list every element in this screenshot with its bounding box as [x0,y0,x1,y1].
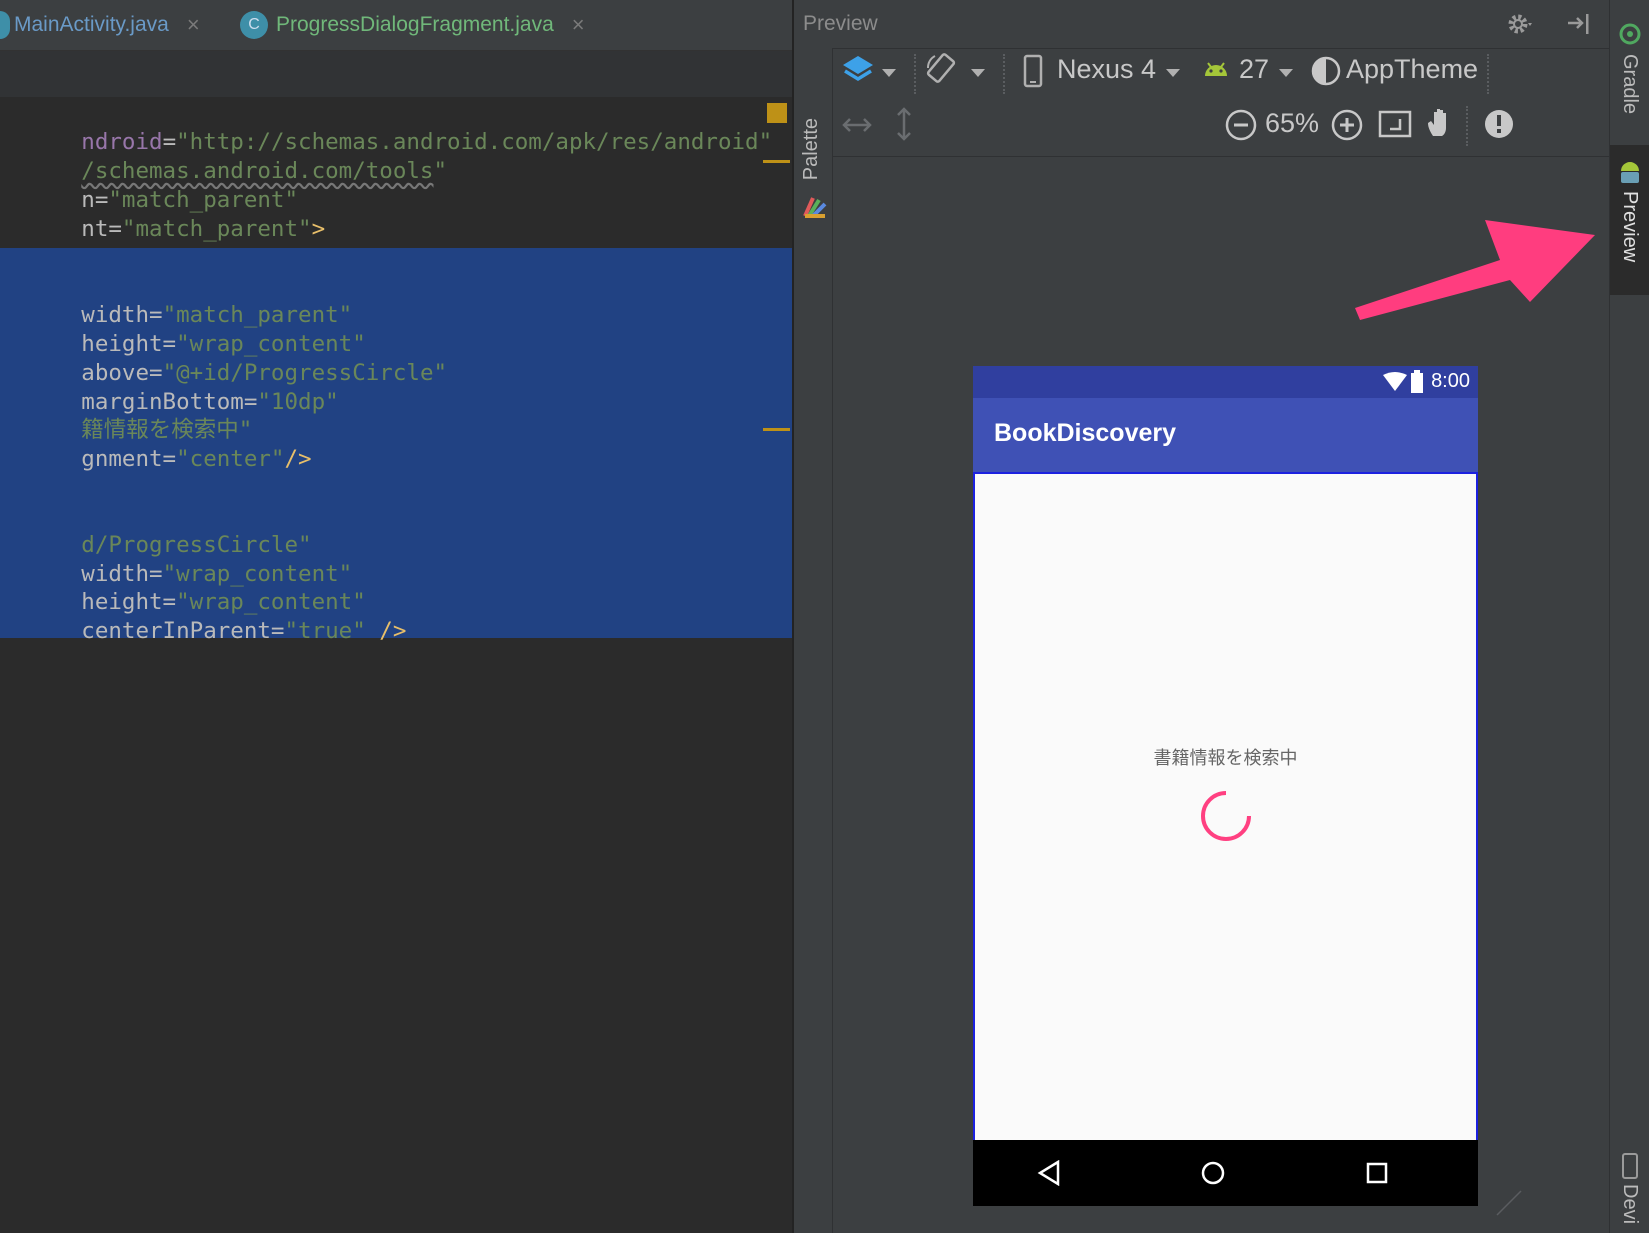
scroll-marker[interactable] [763,160,790,163]
design-toolbar: Nexus 4 27 AppTheme [833,48,1609,100]
code-line: gnment="center"/> [81,446,312,472]
wifi-icon [1383,372,1407,391]
tab-main-activity[interactable]: MainActivity.java × [0,0,200,50]
loading-message: 書籍情報を検索中 [1153,748,1298,768]
back-icon[interactable] [1037,1160,1061,1186]
hide-panel-icon[interactable] [1566,12,1592,36]
gradle-icon [1619,23,1641,45]
battery-icon [1411,370,1423,393]
separator [1487,54,1491,94]
chevron-down-icon[interactable] [882,69,896,77]
close-icon[interactable]: × [572,12,585,38]
separator [1003,54,1007,94]
code-line: width="wrap_content" [81,561,353,587]
app-bar: BookDiscovery [973,398,1478,472]
class-icon: C [240,11,268,39]
device-icon[interactable] [1023,54,1043,88]
chevron-down-icon[interactable] [971,69,985,77]
preview-label: Preview [1619,191,1641,263]
separator [1466,106,1470,146]
phone-preview[interactable]: 8:00 BookDiscovery 書籍情報を検索中 [973,366,1478,1206]
separator [914,54,918,94]
tab-label: MainActivity.java [14,13,169,36]
code-line: 籍情報を検索中" [81,417,253,443]
device-selector[interactable]: Nexus 4 [1057,54,1156,85]
code-line: d/ProgressCircle" [81,532,312,558]
zoom-out-icon[interactable] [1224,108,1258,142]
pan-hand-icon[interactable] [1425,106,1455,140]
class-icon [0,11,10,39]
preview-title: Preview [803,12,878,35]
editor-tab-bar: MainActivity.java × C ProgressDialogFrag… [0,0,792,51]
device-icon [1622,1153,1638,1179]
android-icon[interactable] [1202,58,1230,82]
resize-vertical-icon[interactable] [894,106,914,142]
status-time: 8:00 [1431,370,1470,392]
close-icon[interactable]: × [187,12,200,38]
code-line: above="@+id/ProgressCircle" [81,360,448,386]
gradle-tab[interactable]: Gradle [1610,0,1649,140]
recents-icon[interactable] [1365,1161,1389,1185]
chevron-down-icon[interactable] [1166,69,1180,77]
theme-icon[interactable] [1310,55,1342,87]
zoom-level: 65% [1265,108,1320,138]
palette-tab[interactable]: Palette [800,118,823,180]
layers-icon[interactable] [841,53,875,89]
fit-screen-icon[interactable] [1378,109,1412,139]
resize-horizontal-icon[interactable] [841,112,873,138]
code-editor[interactable]: MainActivity.java × C ProgressDialogFrag… [0,0,792,1233]
code-line: centerInParent="true" /> [81,618,407,644]
app-title: BookDiscovery [994,419,1177,447]
right-tool-strip: Gradle Preview Devi [1609,0,1649,1233]
api-level-selector[interactable]: 27 [1239,54,1269,85]
warning-icon[interactable] [1483,108,1515,140]
zoom-toolbar: 65% [833,100,1609,157]
devices-label: Devi [1619,1184,1641,1225]
scroll-marker[interactable] [763,428,790,431]
orientation-icon[interactable] [925,52,959,88]
status-bar: 8:00 [973,366,1478,398]
code-line: height="wrap_content" [81,589,366,615]
resize-handle-icon[interactable] [1493,1187,1523,1217]
content-area: 書籍情報を検索中 [973,472,1478,1142]
breadcrumb-bar [0,51,792,97]
code-line: n="match_parent" [81,187,299,213]
progress-spinner [1201,791,1251,841]
gear-icon[interactable] [1506,10,1536,38]
home-icon[interactable] [1200,1160,1226,1186]
theme-selector[interactable]: AppTheme [1346,54,1478,85]
zoom-in-icon[interactable] [1330,108,1364,142]
preview-header: Preview [794,0,1609,49]
gradle-label: Gradle [1619,54,1641,115]
chevron-down-icon[interactable] [1279,69,1293,77]
callout-arrow-icon [1355,220,1595,320]
code-line: ndroid="http://schemas.android.com/apk/r… [81,129,773,155]
tab-label: ProgressDialogFragment.java [276,13,554,36]
code-line: /schemas.android.com/tools" [81,158,448,184]
android-preview-icon [1621,162,1639,183]
preview-tab[interactable]: Preview [1610,145,1649,295]
code-line: width="match_parent" [81,302,353,328]
code-line: height="wrap_content" [81,331,366,357]
navigation-bar [973,1140,1478,1206]
code-line: nt="match_parent"> [81,216,326,242]
palette-icon[interactable] [801,194,827,220]
tab-progress-dialog-fragment[interactable]: C ProgressDialogFragment.java × [240,0,585,50]
code-line: marginBottom="10dp" [81,389,339,415]
device-file-explorer-tab[interactable]: Devi [1610,1140,1649,1233]
palette-strip: Palette [794,48,833,1233]
